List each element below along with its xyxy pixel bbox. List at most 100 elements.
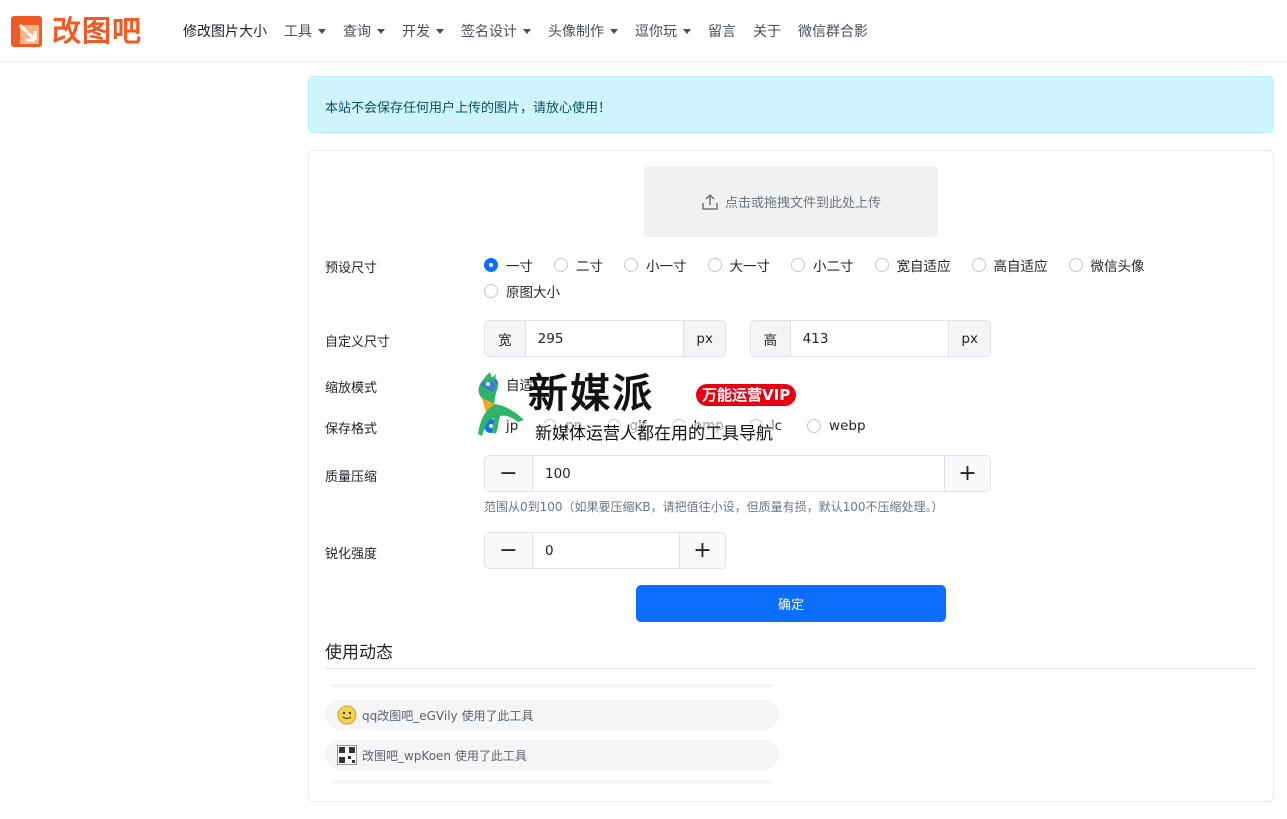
radio-label: 高自适应 (993, 259, 1048, 275)
sharpen-stepper: − 0 + (484, 532, 726, 569)
radio-label: 小二寸 (813, 259, 854, 275)
radio-label: 微信头像 (1090, 259, 1145, 275)
nav-tools[interactable]: 工具 (284, 21, 326, 41)
quality-label: 质量压缩 (325, 470, 378, 485)
sharpen-label: 锐化强度 (325, 547, 378, 562)
radio-icon (971, 258, 986, 272)
preset-option[interactable]: 一寸 (484, 252, 533, 278)
list-item: 改图吧_wpKoen 使用了此工具 (325, 740, 779, 770)
main-nav: 修改图片大小 工具 查询 开发 签名设计 头像制作 逗你玩 留言 关于 微信群合… (183, 20, 885, 42)
caret-down-icon (318, 28, 326, 34)
list-item (325, 684, 779, 688)
list-item (325, 780, 779, 784)
radio-checked-icon (484, 258, 498, 272)
preset-option[interactable]: 小一寸 (624, 252, 687, 278)
radio-icon (874, 258, 889, 272)
radio-icon (554, 258, 568, 272)
radio-icon (624, 258, 638, 272)
radio-icon (484, 284, 498, 298)
custom-size-label: 自定义尺寸 (325, 335, 391, 350)
caret-down-icon (683, 28, 691, 34)
nav-label: 微信群合影 (798, 24, 868, 40)
preset-option[interactable]: 微信头像 (1068, 252, 1145, 278)
scale-mode-label: 缩放模式 (325, 381, 378, 396)
deer-logo-icon (478, 372, 524, 436)
quality-plus-button[interactable]: + (945, 456, 990, 491)
preset-option[interactable]: 宽自适应 (874, 252, 951, 278)
width-input[interactable]: 295 (524, 321, 685, 356)
nav-avatar[interactable]: 头像制作 (548, 21, 618, 41)
caret-down-icon (436, 28, 444, 34)
nav-wechat-group[interactable]: 微信群合影 (798, 21, 868, 41)
height-input-group: 高 413 px (750, 320, 991, 357)
quality-hint: 范围从0到100（如果要压缩KB，请把值往小设，但质量有损，默认100不压缩处理… (484, 500, 944, 514)
brand-name: 改图吧 (52, 14, 143, 48)
navbar: 改图吧 修改图片大小 工具 查询 开发 签名设计 头像制作 逗你玩 留言 关于 … (0, 0, 1287, 62)
sharpen-plus-button[interactable]: + (680, 533, 725, 568)
sharpen-input[interactable]: 0 (532, 533, 680, 568)
radio-label: 宽自适应 (896, 259, 951, 275)
list-item: qq改图吧_eGVily 使用了此工具 (325, 700, 779, 730)
watermark-subtitle: 新媒体运营人都在用的工具导航 (535, 423, 773, 445)
radio-label: 一寸 (506, 259, 533, 275)
height-addon: 高 (751, 321, 790, 356)
radio-icon (707, 258, 722, 272)
watermark-overlay: 新媒派 万能运营VIP 新媒体运营人都在用的工具导航 (466, 370, 826, 450)
preset-option[interactable]: 高自适应 (971, 252, 1048, 278)
upload-icon (702, 193, 718, 210)
quality-minus-button[interactable]: − (485, 456, 532, 491)
logo-mark-icon (11, 15, 42, 47)
radio-label: 二寸 (576, 259, 603, 275)
caret-down-icon (523, 28, 531, 34)
nav-label: 开发 (402, 24, 430, 40)
preset-option[interactable]: 小二寸 (791, 252, 854, 278)
caret-down-icon (610, 28, 618, 34)
activity-feed[interactable]: qq改图吧_eGVily 使用了此工具 改图吧_wpKoen 使用了此工具 (325, 684, 779, 784)
radio-label: 大一寸 (729, 259, 771, 275)
radio-label: 原图大小 (506, 285, 560, 301)
radio-icon (791, 258, 805, 272)
width-unit: px (684, 321, 725, 356)
quality-input[interactable]: 100 (532, 456, 945, 491)
sharpen-minus-button[interactable]: − (485, 533, 532, 568)
nav-label: 头像制作 (548, 24, 604, 40)
activity-title: 使用动态 (325, 643, 393, 663)
nav-label: 逗你玩 (635, 24, 677, 40)
activity-text: 改图吧_wpKoen 使用了此工具 (362, 748, 527, 763)
nav-label: 查询 (343, 24, 371, 40)
nav-signature[interactable]: 签名设计 (461, 21, 531, 41)
preset-option[interactable]: 二寸 (554, 252, 603, 278)
upload-dropzone[interactable]: 点击或拖拽文件到此处上传 (644, 166, 938, 237)
width-input-group: 宽 295 px (484, 320, 726, 357)
smiley-avatar-icon (337, 705, 357, 725)
preset-option[interactable]: 原图大小 (484, 278, 560, 304)
height-input[interactable]: 413 (789, 321, 950, 356)
preset-option[interactable]: 大一寸 (707, 252, 771, 278)
nav-label: 修改图片大小 (183, 24, 267, 40)
nav-message[interactable]: 留言 (708, 21, 736, 41)
upload-label: 点击或拖拽文件到此处上传 (724, 196, 881, 211)
section-divider (325, 668, 1257, 669)
nav-label: 签名设计 (461, 24, 517, 40)
watermark-title: 新媒派 (528, 371, 654, 417)
preset-label: 预设尺寸 (325, 261, 378, 276)
watermark-badge: 万能运营VIP (696, 384, 797, 406)
brand-logo[interactable]: 改图吧 (11, 14, 142, 48)
format-label: 保存格式 (325, 422, 378, 437)
qrcode-avatar-icon (336, 744, 358, 766)
nav-fun[interactable]: 逗你玩 (635, 21, 691, 41)
preset-radio-group: 一寸 二寸 小一寸 大一寸 小二寸 宽自适应 高自适应 微信头像 原图大小 (484, 252, 1184, 304)
nav-label: 工具 (284, 24, 312, 40)
height-unit: px (949, 321, 990, 356)
nav-dev[interactable]: 开发 (402, 21, 444, 41)
radio-icon (1068, 258, 1083, 272)
nav-label: 留言 (708, 24, 736, 40)
submit-button[interactable]: 确定 (636, 585, 946, 622)
nav-label: 关于 (753, 24, 781, 40)
nav-query[interactable]: 查询 (343, 21, 385, 41)
width-addon: 宽 (485, 321, 525, 356)
nav-resize[interactable]: 修改图片大小 (183, 21, 267, 41)
radio-label: webp (829, 418, 866, 434)
radio-label: 小一寸 (646, 259, 687, 275)
nav-about[interactable]: 关于 (753, 21, 781, 41)
